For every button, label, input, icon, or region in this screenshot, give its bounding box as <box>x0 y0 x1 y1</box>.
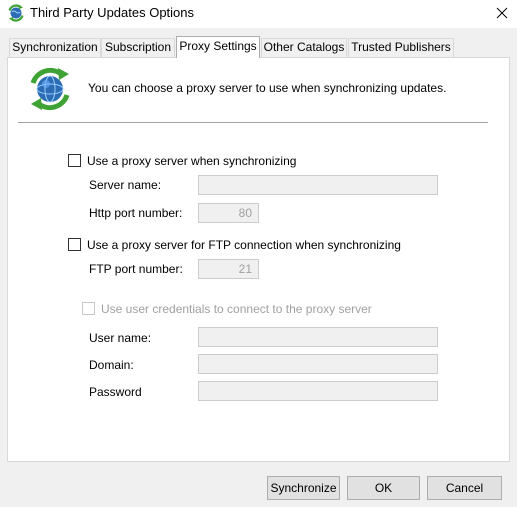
sync-globe-icon <box>27 66 73 112</box>
synchronize-button[interactable]: Synchronize <box>267 476 340 500</box>
tab-subscription[interactable]: Subscription <box>101 38 175 57</box>
password-input[interactable] <box>198 381 438 401</box>
cancel-button[interactable]: Cancel <box>427 476 502 500</box>
info-text: You can choose a proxy server to use whe… <box>88 81 447 95</box>
use-ftp-proxy-label: Use a proxy server for FTP connection wh… <box>87 238 401 252</box>
use-credentials-label: Use user credentials to connect to the p… <box>101 302 372 316</box>
user-name-label: User name: <box>89 331 152 345</box>
password-label: Password <box>89 385 142 399</box>
title-bar: Third Party Updates Options <box>0 0 517 28</box>
use-proxy-label: Use a proxy server when synchronizing <box>87 154 297 168</box>
http-port-input[interactable] <box>198 203 259 223</box>
tab-trusted-publishers[interactable]: Trusted Publishers <box>348 38 454 57</box>
server-name-label: Server name: <box>89 178 162 192</box>
tab-proxy-settings[interactable]: Proxy Settings <box>176 36 260 58</box>
tab-other-catalogs[interactable]: Other Catalogs <box>261 38 347 57</box>
domain-label: Domain: <box>89 358 134 372</box>
ftp-port-input[interactable] <box>198 259 259 279</box>
tab-synchronization[interactable]: Synchronization <box>9 38 101 57</box>
close-icon <box>496 7 508 19</box>
sync-globe-icon <box>7 4 25 22</box>
separator <box>18 122 488 123</box>
user-name-input[interactable] <box>198 327 438 347</box>
server-name-input[interactable] <box>198 175 438 195</box>
use-proxy-checkbox[interactable] <box>68 154 81 167</box>
use-credentials-checkbox[interactable] <box>82 302 95 315</box>
proxy-settings-panel: You can choose a proxy server to use whe… <box>7 57 510 462</box>
domain-input[interactable] <box>198 354 438 374</box>
ok-button[interactable]: OK <box>347 476 420 500</box>
http-port-label: Http port number: <box>89 206 183 220</box>
use-ftp-proxy-checkbox[interactable] <box>68 238 81 251</box>
window-title: Third Party Updates Options <box>30 5 195 20</box>
ftp-port-label: FTP port number: <box>89 262 183 276</box>
close-button[interactable] <box>490 2 514 24</box>
